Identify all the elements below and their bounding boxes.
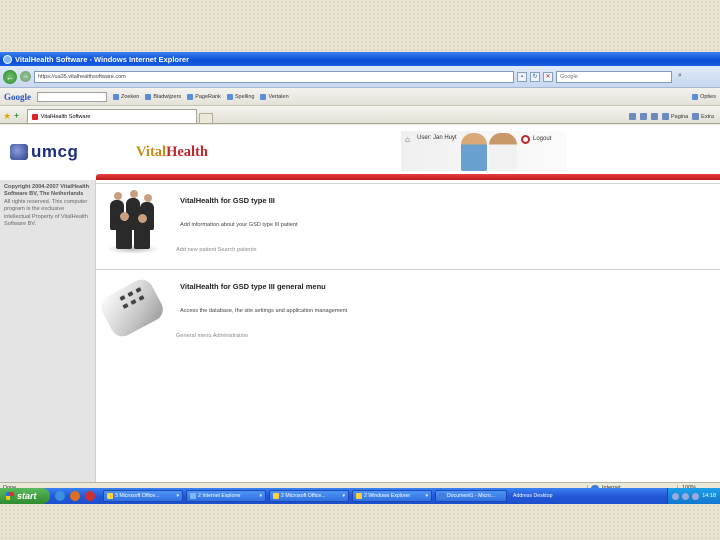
search-icon xyxy=(113,93,119,100)
google-toolbar-item[interactable]: Opties xyxy=(692,93,716,100)
page-icon xyxy=(662,113,670,120)
google-toolbar: Google Zoeken Bladwijzers PageRank Spell… xyxy=(0,88,720,106)
window-titlebar[interactable]: VitalHealth Software - Windows Internet … xyxy=(0,52,720,66)
copyright-text: Copyright 2004-2007 VitalHealth Software… xyxy=(4,184,90,228)
page-icon xyxy=(31,113,38,120)
google-toolbar-item[interactable]: Bladwijzers xyxy=(145,93,181,100)
firefox-quicklaunch-icon[interactable] xyxy=(70,491,80,501)
app-quicklaunch-icon[interactable] xyxy=(85,491,95,501)
vitalhealth-logo[interactable]: VitalHealth xyxy=(136,144,208,161)
logout-link[interactable]: Logout xyxy=(533,136,551,142)
tray-icon[interactable] xyxy=(682,492,690,500)
add-favorite-icon[interactable]: + xyxy=(14,109,19,123)
module-general-menu: VitalHealth for GSD type III general men… xyxy=(96,269,720,353)
ie-icon xyxy=(190,493,196,499)
gear-icon xyxy=(692,113,700,120)
power-icon[interactable] xyxy=(521,135,530,144)
ie-quicklaunch-icon[interactable] xyxy=(55,491,65,501)
lock-icon[interactable]: ▪ xyxy=(517,71,527,82)
page-menu[interactable]: Pagina xyxy=(662,113,688,120)
office-icon xyxy=(273,493,279,499)
word-icon xyxy=(439,493,445,499)
feeds-button[interactable] xyxy=(640,113,648,120)
new-tab-button[interactable] xyxy=(198,113,213,123)
options-icon xyxy=(692,93,699,100)
umcg-logo[interactable]: umcg xyxy=(10,142,78,162)
module-description: Add information about your GSD type III … xyxy=(180,222,298,228)
google-toolbar-item[interactable]: Vertalen xyxy=(260,93,289,100)
forward-arrow-icon[interactable]: → xyxy=(20,71,31,82)
google-search-input[interactable] xyxy=(37,91,107,102)
header-photo-doctor xyxy=(489,133,517,171)
bookmark-icon xyxy=(145,93,152,100)
refresh-icon[interactable]: ↻ xyxy=(530,71,540,82)
sidebar: Copyright 2004-2007 VitalHealth Software… xyxy=(0,180,96,482)
taskbar: start 3 Microsoft Office... ▾ 2 Internet … xyxy=(0,488,720,504)
header-red-bar xyxy=(96,174,720,180)
tray-icon[interactable] xyxy=(692,492,700,500)
google-toolbar-item[interactable]: PageRank xyxy=(187,93,221,100)
taskbar-button[interactable]: 2 Windows Explorer ▾ xyxy=(352,490,432,502)
rss-icon xyxy=(640,113,648,120)
home-icon xyxy=(629,113,637,120)
taskbar-button[interactable]: 2 Internet Explorer ▾ xyxy=(186,490,266,502)
system-tray: 14:18 xyxy=(667,488,720,504)
module-links[interactable]: Add new patient Search patients xyxy=(176,247,257,253)
window-title: VitalHealth Software - Windows Internet … xyxy=(15,54,189,64)
taskbar-button[interactable]: Document1 - Micro... xyxy=(435,490,507,502)
address-bar: ← → ▪ ↻ ✕ ⌕ xyxy=(0,66,720,88)
module-links[interactable]: General menu Administration xyxy=(176,333,248,339)
office-icon xyxy=(107,493,113,499)
google-logo: Google xyxy=(4,91,31,102)
windows-flag-icon xyxy=(6,492,14,500)
back-arrow-icon[interactable]: ← xyxy=(3,69,17,84)
google-toolbar-item[interactable]: Spelling xyxy=(226,93,254,100)
umcg-crest-icon xyxy=(10,144,28,160)
start-button[interactable]: start xyxy=(0,488,50,504)
translate-icon xyxy=(260,93,267,100)
taskbar-button[interactable]: 3 Microsoft Office... ▾ xyxy=(103,490,183,502)
printer-icon xyxy=(651,113,659,120)
folder-icon xyxy=(356,493,362,499)
command-bar: Pagina Extra xyxy=(629,113,720,123)
url-input[interactable] xyxy=(34,70,514,83)
tab-bar: ★ + VitalHealth Software Pagina Extra xyxy=(0,106,720,124)
user-label: User: Jan Huyt xyxy=(417,135,457,141)
pagerank-icon xyxy=(187,93,194,100)
home-icon[interactable]: ⌂ xyxy=(405,135,410,144)
module-description: Access the database, the site settings a… xyxy=(180,308,348,314)
taskbar-button[interactable]: 2 Microsoft Office... ▾ xyxy=(269,490,349,502)
business-people-image xyxy=(102,188,160,258)
module-gsd-type-iii: VitalHealth for GSD type III Add informa… xyxy=(96,183,720,267)
spellcheck-icon xyxy=(226,93,233,100)
search-input[interactable] xyxy=(556,70,672,83)
tools-menu[interactable]: Extra xyxy=(692,113,714,120)
user-panel: ⌂ User: Jan Huyt Logout xyxy=(401,131,567,171)
taskbar-address[interactable]: Address Desktop xyxy=(513,493,553,499)
ie-icon xyxy=(3,54,12,64)
tab-vitalhealth[interactable]: VitalHealth Software xyxy=(26,109,197,123)
page-content: umcg VitalHealth ⌂ User: Jan Huyt Logout… xyxy=(0,125,720,482)
tray-icon[interactable] xyxy=(672,492,680,500)
home-button[interactable] xyxy=(629,113,637,120)
screen: VitalHealth Software - Windows Internet … xyxy=(0,52,720,504)
header-photo-nurse xyxy=(461,133,487,171)
remote-control-image xyxy=(96,274,168,344)
module-title[interactable]: VitalHealth for GSD type III xyxy=(180,196,275,205)
stop-icon[interactable]: ✕ xyxy=(543,71,553,82)
search-icon[interactable]: ⌕ xyxy=(675,72,685,82)
favorites-star-icon[interactable]: ★ xyxy=(3,109,11,123)
module-title[interactable]: VitalHealth for GSD type III general men… xyxy=(180,282,326,291)
print-button[interactable] xyxy=(651,113,659,120)
google-toolbar-item[interactable]: Zoeken xyxy=(113,93,139,100)
clock: 14:18 xyxy=(702,493,716,499)
